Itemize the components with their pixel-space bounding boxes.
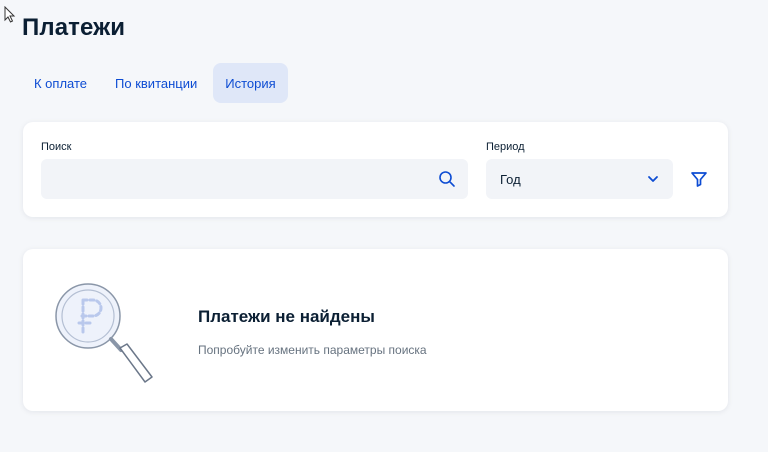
search-label: Поиск: [41, 141, 72, 153]
chevron-down-icon: [648, 176, 658, 182]
tab-by-receipt[interactable]: По квитанции: [103, 63, 209, 103]
search-icon[interactable]: [438, 170, 456, 188]
filter-icon[interactable]: [689, 169, 709, 189]
period-value: Год: [500, 171, 521, 187]
period-label: Период: [486, 141, 525, 153]
empty-state-title: Платежи не найдены: [198, 307, 375, 326]
magnifier-ruble-icon: [55, 283, 153, 383]
tab-to-pay[interactable]: К оплате: [22, 63, 99, 103]
empty-state-card: Платежи не найдены Попробуйте изменить п…: [23, 249, 728, 411]
tab-history[interactable]: История: [213, 63, 288, 103]
empty-state-subtitle: Попробуйте изменить параметры поиска: [198, 343, 427, 357]
filter-card: Поиск Период Год: [23, 122, 728, 217]
page-title: Платежи: [22, 14, 126, 41]
period-select[interactable]: Год: [486, 159, 673, 199]
mouse-cursor-icon: [4, 6, 16, 23]
search-input[interactable]: [41, 159, 468, 199]
tabs-bar: К оплате По квитанции История: [22, 63, 288, 103]
